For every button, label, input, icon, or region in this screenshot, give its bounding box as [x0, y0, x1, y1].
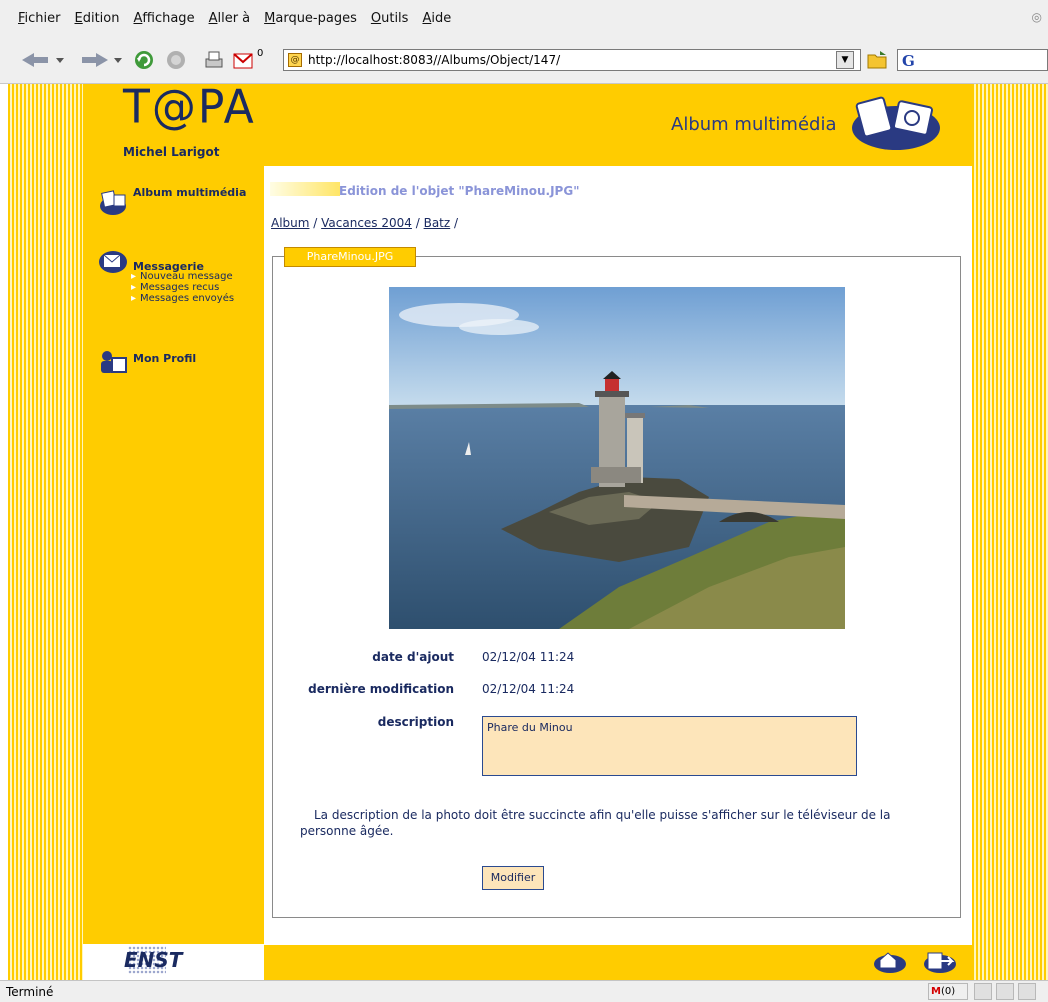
stop-button[interactable]: [164, 48, 188, 72]
url-text: http://localhost:8083//Albums/Object/147…: [308, 53, 561, 67]
sidebar-item-received[interactable]: Messages recus: [131, 282, 234, 293]
date-added-value: 02/12/04 11:24: [482, 650, 575, 664]
reload-button[interactable]: [132, 48, 156, 72]
security-lock-icon: [974, 983, 992, 1000]
user-name: Michel Larigot: [123, 145, 220, 159]
status-text: Terminé: [6, 985, 54, 999]
page-title: Edition de l'objet "PhareMinou.JPG": [339, 184, 580, 198]
search-box[interactable]: G: [897, 49, 1048, 71]
throbber-icon: ◎: [1031, 10, 1042, 24]
last-modified-value: 02/12/04 11:24: [482, 682, 575, 696]
gmail-count: 0: [257, 48, 264, 59]
forward-button[interactable]: [78, 48, 124, 72]
menu-outils[interactable]: Outils: [371, 11, 409, 26]
breadcrumb: Album / Vacances 2004 / Batz /: [271, 216, 459, 230]
home-icon: [874, 952, 906, 973]
back-button[interactable]: [20, 48, 66, 72]
status-bar: Terminé M(0): [0, 980, 1048, 1002]
home-button[interactable]: [872, 948, 908, 977]
breadcrumb-batz[interactable]: Batz: [424, 216, 451, 230]
forward-arrow-icon: [82, 53, 122, 67]
google-search-icon: G: [902, 52, 915, 70]
photo-image: [389, 287, 845, 629]
printer-icon: [205, 51, 223, 68]
description-label: description: [377, 715, 454, 729]
right-decoration-stripes: [972, 84, 1048, 980]
sidebar-item-album[interactable]: Album multimédia: [97, 186, 246, 216]
sidebar-item-sent[interactable]: Messages envoyés: [131, 293, 234, 304]
description-help-text: La description de la photo doit être suc…: [300, 808, 891, 838]
left-decoration-stripes: [8, 84, 83, 980]
menu-affichage[interactable]: Affichage: [133, 11, 194, 26]
description-field[interactable]: Phare du Minou: [482, 716, 857, 776]
breadcrumb-album[interactable]: Album: [271, 216, 309, 230]
status-addon-icon: [996, 983, 1014, 1000]
print-button[interactable]: [202, 48, 226, 72]
gmail-button[interactable]: 0: [232, 48, 268, 72]
sidebar-item-label: Mon Profil: [133, 352, 197, 365]
enst-logo: ENST: [124, 948, 183, 972]
sidebar-item-new-message[interactable]: Nouveau message: [131, 271, 234, 282]
profile-icon: [101, 351, 127, 373]
messagerie-submenu: Nouveau message Messages recus Messages …: [131, 271, 234, 304]
date-added-label: date d'ajout: [372, 650, 454, 664]
reload-icon: [135, 51, 153, 69]
menu-bar: Fichier Edition Affichage Aller à Marque…: [0, 0, 1048, 36]
menu-marque-pages[interactable]: Marque-pages: [264, 11, 357, 26]
last-modified-label: dernière modification: [308, 682, 454, 696]
album-icon: [100, 190, 126, 215]
logout-button[interactable]: [922, 948, 958, 977]
logout-icon: [924, 952, 956, 973]
status-extra-icon: [1018, 983, 1036, 1000]
gmail-status[interactable]: M(0): [928, 983, 968, 1000]
messaging-icon: [99, 251, 127, 273]
modify-button[interactable]: Modifier: [482, 866, 544, 890]
stop-icon: [167, 51, 185, 69]
menu-aller[interactable]: Aller à: [209, 11, 251, 26]
section-title: Album multimédia: [671, 114, 837, 135]
sidebar-item-profil[interactable]: Mon Profil: [97, 348, 196, 378]
breadcrumb-vacances[interactable]: Vacances 2004: [321, 216, 412, 230]
url-bar[interactable]: @ http://localhost:8083//Albums/Object/1…: [283, 49, 861, 71]
fieldset-legend: PhareMinou.JPG: [284, 247, 416, 267]
site-logo: T@PA: [123, 84, 256, 135]
menu-aide[interactable]: Aide: [422, 11, 451, 26]
album-logo-icon: [848, 88, 944, 157]
bookmark-folder-button[interactable]: [866, 48, 890, 72]
heading-decoration: [270, 182, 340, 196]
web-page: T@PA Michel Larigot Album multimédia Alb…: [0, 84, 1048, 980]
menu-edition[interactable]: Edition: [75, 11, 120, 26]
menu-fichier[interactable]: Fichier: [18, 11, 61, 26]
favicon-icon: @: [288, 53, 302, 67]
folder-icon: [867, 51, 887, 69]
sidebar: Album multimédia Messagerie Nouveau mess…: [83, 166, 264, 944]
url-dropdown-button[interactable]: ▼: [836, 51, 854, 69]
sidebar-item-label: Album multimédia: [133, 186, 247, 199]
back-arrow-icon: [22, 53, 64, 67]
footer-bar: [264, 945, 972, 980]
